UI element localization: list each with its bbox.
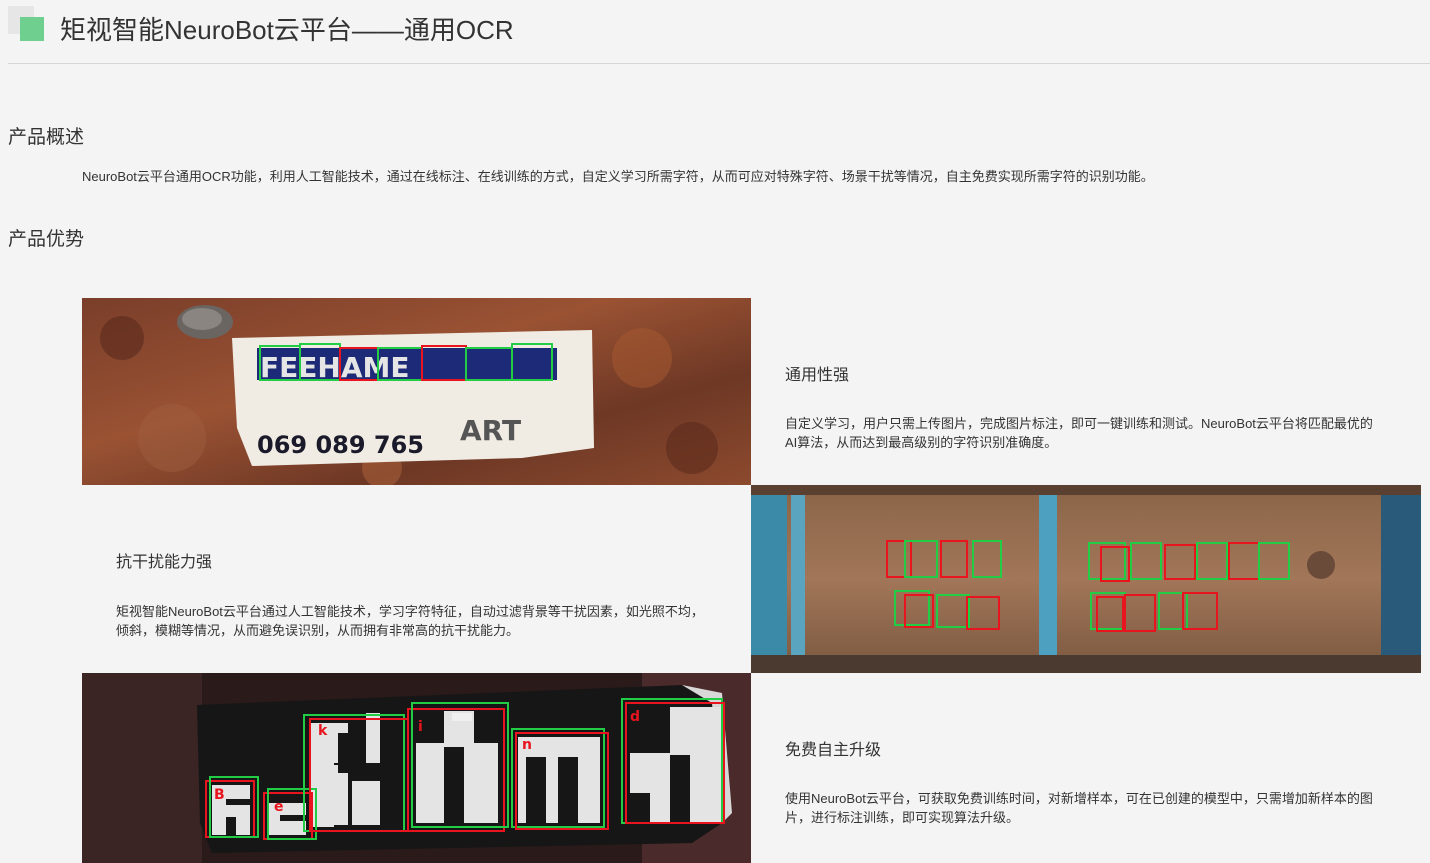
feature-desc-2: 矩视智能NeuroBot云平台通过人工智能技术，学习字符特征，自动过滤背景等干扰… [116,604,704,638]
sign-art-text: ART [460,414,521,447]
svg-text:e: e [274,799,284,815]
feature-title-2: 抗干扰能力强 [116,554,213,571]
feature-title-1: 通用性强 [785,367,850,384]
svg-text:d: d [630,709,640,725]
feature-desc-3: 使用NeuroBot云平台，可获取免费训练时间，对新增样本，可在已创建的模型中，… [785,791,1373,825]
svg-text:i: i [418,719,423,735]
feature-image-rust-sign: FEEHAME 069 089 765 ART [82,298,751,485]
overview-text: NeuroBot云平台通用OCR功能，利用人工智能技术，通过在线标注、在线训练的… [82,169,1154,184]
feature-image-pixel-sign: B e k i n d [82,673,751,863]
svg-text:B: B [214,787,225,803]
advantages-heading: 产品优势 [8,229,85,250]
feature-desc-1: 自定义学习，用户只需上传图片，完成图片标注，即可一键训练和测试。NeuroBot… [785,416,1373,450]
page-header: 矩视智能NeuroBot云平台——通用OCR [8,0,1430,64]
feature-image-container [751,485,1421,673]
page-title: 矩视智能NeuroBot云平台——通用OCR [60,15,514,45]
overview-heading: 产品概述 [8,127,85,148]
svg-text:k: k [318,723,328,739]
svg-text:n: n [522,737,532,753]
logo-square-icon [20,17,44,41]
sign-number-text: 069 089 765 [257,431,424,459]
feature-title-3: 免费自主升级 [785,742,882,759]
